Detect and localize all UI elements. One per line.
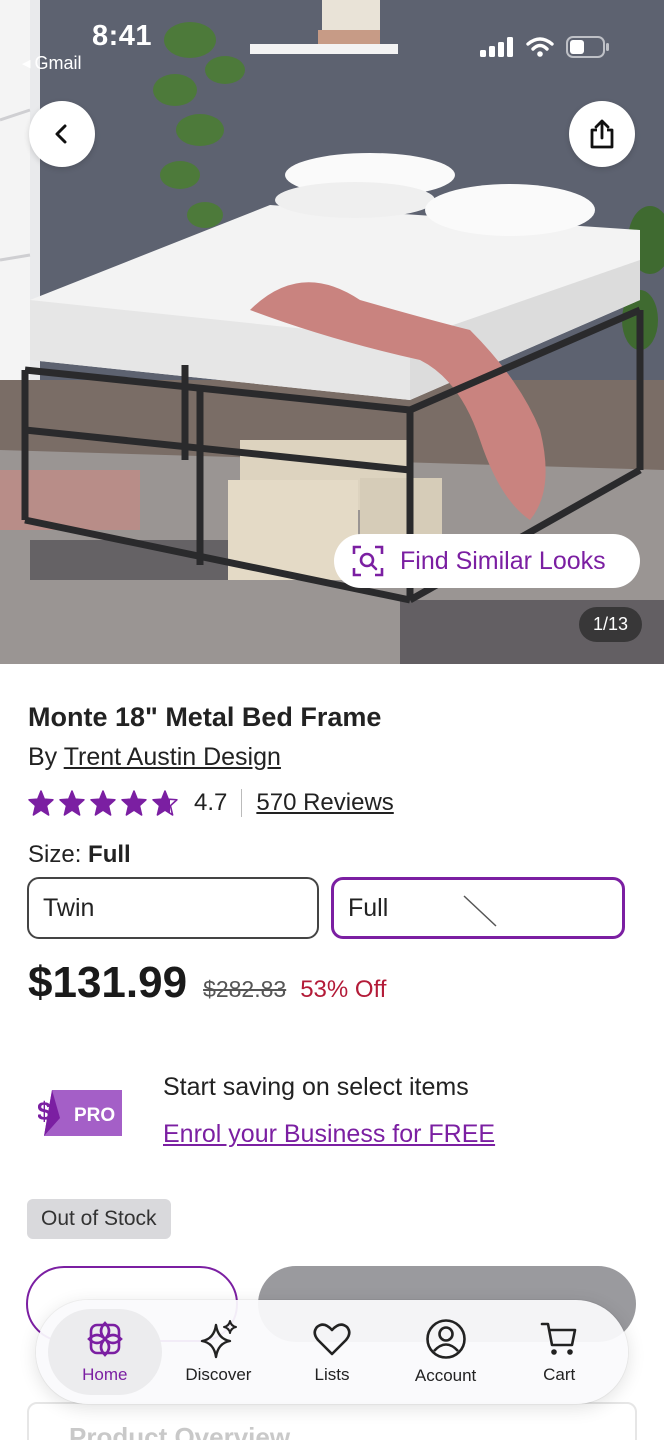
cart-icon bbox=[540, 1322, 577, 1355]
brand-link[interactable]: Trent Austin Design bbox=[64, 743, 281, 771]
status-time: 8:41 bbox=[92, 20, 153, 52]
back-to-app-link[interactable]: ◀ Gmail bbox=[22, 53, 81, 74]
size-label: Size: Full bbox=[28, 841, 131, 869]
tab-label: Lists bbox=[314, 1365, 350, 1384]
status-icons bbox=[480, 36, 610, 58]
heart-icon bbox=[313, 1323, 351, 1356]
size-selected-value: Full bbox=[88, 841, 131, 868]
pro-badge-symbol: $ bbox=[38, 1096, 52, 1126]
wifi-icon bbox=[526, 37, 554, 57]
size-label-prefix: Size: bbox=[28, 841, 82, 868]
star-icon bbox=[152, 790, 178, 816]
tab-account[interactable]: Account bbox=[389, 1309, 503, 1395]
share-icon bbox=[590, 119, 614, 149]
star-rating bbox=[28, 790, 178, 816]
image-counter: 1/13 bbox=[579, 607, 642, 642]
star-icon bbox=[28, 790, 54, 816]
tab-label: Account bbox=[414, 1366, 477, 1385]
tab-label: Cart bbox=[543, 1365, 576, 1384]
tab-cart[interactable]: Cart bbox=[502, 1309, 616, 1395]
by-prefix: By bbox=[28, 743, 58, 771]
product-image-gallery[interactable]: 8:41 ◀ Gmail Find Similar Looks 1/13 bbox=[0, 0, 664, 664]
pro-badge-label: PRO bbox=[74, 1105, 115, 1126]
pro-promo-text: Start saving on select items bbox=[163, 1073, 469, 1101]
tab-lists[interactable]: Lists bbox=[275, 1309, 389, 1395]
battery-icon bbox=[566, 36, 609, 58]
tab-label: Home bbox=[82, 1365, 128, 1384]
reviews-link[interactable]: 570 Reviews bbox=[256, 789, 393, 817]
product-overview-card[interactable]: Product Overview bbox=[27, 1402, 637, 1440]
status-bar: 8:41 ◀ Gmail bbox=[0, 0, 664, 90]
share-button[interactable] bbox=[569, 101, 635, 167]
star-icon bbox=[59, 790, 85, 816]
back-triangle-icon: ◀ bbox=[22, 58, 31, 70]
star-icon bbox=[121, 790, 147, 816]
back-button[interactable] bbox=[29, 101, 95, 167]
home-icon bbox=[86, 1321, 123, 1357]
product-title: Monte 18" Metal Bed Frame bbox=[28, 702, 382, 732]
tab-discover[interactable]: Discover bbox=[162, 1309, 276, 1395]
stock-status-badge: Out of Stock bbox=[27, 1199, 171, 1239]
chevron-left-icon bbox=[55, 124, 67, 144]
star-icon bbox=[90, 790, 116, 816]
signal-icon bbox=[480, 37, 513, 57]
back-app-label: Gmail bbox=[34, 53, 82, 73]
account-icon bbox=[425, 1319, 466, 1359]
size-option-twin[interactable]: Twin bbox=[27, 877, 319, 939]
visual-search-icon bbox=[352, 545, 384, 577]
product-overview-heading: Product Overview bbox=[69, 1422, 291, 1440]
rating-divider bbox=[241, 789, 243, 817]
size-option-label: Twin bbox=[43, 893, 95, 922]
sparkle-icon bbox=[201, 1320, 238, 1359]
bottom-tab-bar: Home Discover Lists Account Cart bbox=[36, 1300, 628, 1404]
unavailable-slash-icon bbox=[463, 895, 497, 927]
tab-label: Discover bbox=[185, 1365, 252, 1384]
was-price: $282.83 bbox=[203, 976, 287, 1002]
enrol-business-link[interactable]: Enrol your Business for FREE bbox=[163, 1120, 495, 1149]
tab-home[interactable]: Home bbox=[48, 1309, 162, 1395]
find-similar-label: Find Similar Looks bbox=[400, 546, 606, 575]
price-row: $131.99 $282.83 53% Off bbox=[28, 958, 386, 1008]
size-option-full[interactable]: Full bbox=[331, 877, 625, 939]
current-price: $131.99 bbox=[28, 958, 188, 1007]
find-similar-looks-button[interactable]: Find Similar Looks bbox=[334, 534, 640, 588]
rating-value: 4.7 bbox=[194, 789, 228, 816]
pro-badge-icon: $ PRO bbox=[38, 1090, 122, 1136]
discount-label: 53% Off bbox=[300, 976, 387, 1003]
rating-row: 4.7 570 Reviews bbox=[28, 786, 394, 820]
size-option-label: Full bbox=[348, 893, 389, 922]
product-brand-line: By Trent Austin Design bbox=[28, 743, 281, 772]
